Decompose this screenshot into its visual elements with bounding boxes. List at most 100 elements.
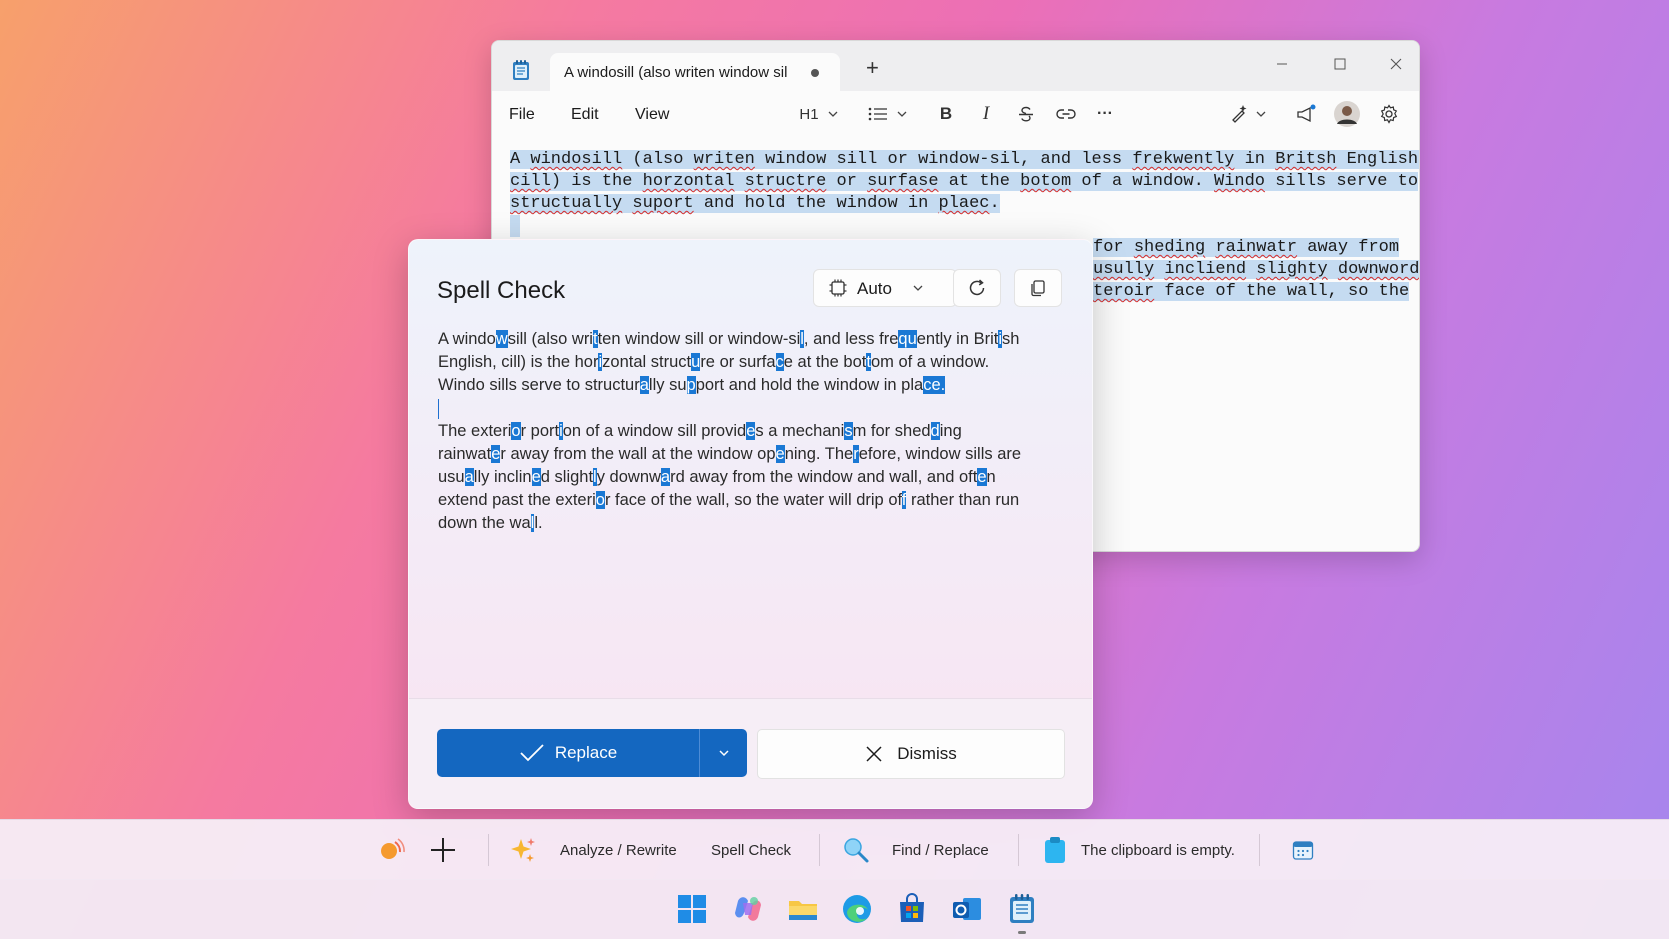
title-bar: A windosill (also writen window sil + xyxy=(492,41,1419,91)
minimize-icon xyxy=(1277,63,1287,65)
magic-pen-icon xyxy=(1232,105,1247,123)
close-icon xyxy=(1390,58,1402,70)
chevron-down-icon xyxy=(913,285,923,291)
replace-label: Replace xyxy=(554,743,618,762)
corrected-line: usually inclined slightly downward away … xyxy=(438,468,996,486)
calendar-button[interactable] xyxy=(1292,820,1314,880)
voice-orb-icon xyxy=(381,838,405,859)
divider xyxy=(819,834,820,866)
close-button[interactable] xyxy=(1381,51,1411,77)
divider xyxy=(488,834,489,866)
heading-dropdown[interactable]: H1 xyxy=(796,101,842,127)
italic-button[interactable]: I xyxy=(973,101,999,127)
maximize-icon xyxy=(1334,58,1346,70)
settings-button[interactable] xyxy=(1375,101,1403,127)
copilot-rewrite-dropdown[interactable] xyxy=(1223,101,1273,127)
magnifier-icon xyxy=(844,838,869,863)
tab-title: A windosill (also writen window sil xyxy=(564,64,788,81)
clipboard-icon xyxy=(1045,837,1065,863)
sparkle-icon xyxy=(511,838,535,862)
ai-action-bar: Analyze / Rewrite Spell Check Find / Rep… xyxy=(0,819,1669,880)
spell-check-label: Spell Check xyxy=(711,841,792,859)
corrected-line: down the wall. xyxy=(438,514,543,532)
microsoft-store-icon[interactable] xyxy=(896,893,928,925)
link-icon xyxy=(1056,109,1076,119)
document-line: for sheding rainwatr away from xyxy=(1093,238,1400,257)
checkmark-icon xyxy=(520,744,544,762)
dismiss-label: Dismiss xyxy=(897,744,957,763)
replace-split-button: Replace xyxy=(437,729,747,777)
notepad-icon xyxy=(513,60,529,80)
windows-start-icon[interactable] xyxy=(676,893,708,925)
analyze-rewrite-label: Analyze / Rewrite xyxy=(560,841,677,859)
taskbar xyxy=(0,879,1669,939)
chevron-down-icon xyxy=(1256,111,1266,117)
notepad-taskbar-icon[interactable] xyxy=(1006,893,1038,925)
menu-view[interactable]: View xyxy=(635,106,669,124)
refresh-button[interactable] xyxy=(953,269,1001,307)
find-replace-button[interactable]: Find / Replace xyxy=(842,820,989,880)
document-line: cill) is the horzontal structre or surfa… xyxy=(510,172,1419,191)
divider xyxy=(1018,834,1019,866)
document-line: A windosill (also writen window sill or … xyxy=(510,149,1419,171)
megaphone-icon xyxy=(1297,104,1316,123)
panel-footer: Replace Dismiss xyxy=(409,698,1092,808)
menu-edit[interactable]: Edit xyxy=(571,106,599,124)
close-icon xyxy=(866,746,882,762)
unsaved-dot-icon xyxy=(811,69,819,77)
spell-check-button[interactable]: Spell Check xyxy=(711,820,791,880)
active-app-indicator xyxy=(1018,931,1026,934)
user-avatar[interactable] xyxy=(1332,99,1362,129)
find-replace-label: Find / Replace xyxy=(892,841,989,859)
link-button[interactable] xyxy=(1053,101,1079,127)
bulleted-list-icon xyxy=(868,107,887,121)
document-line: structually suport and hold the window i… xyxy=(510,194,1000,213)
clipboard-button[interactable]: The clipboard is empty. xyxy=(1043,820,1235,880)
menu-file[interactable]: File xyxy=(509,106,535,124)
copy-icon xyxy=(1031,280,1045,297)
panel-title: Spell Check xyxy=(437,277,566,304)
menu-bar: File Edit View H1 B I ··· xyxy=(492,91,1419,137)
maximize-button[interactable] xyxy=(1325,51,1355,77)
document-line: usully incliend slighty downword xyxy=(1093,260,1420,279)
add-button[interactable] xyxy=(428,820,458,880)
spell-check-panel: Spell Check Auto A windowsill (also writ… xyxy=(408,239,1093,809)
more-options-button[interactable]: ··· xyxy=(1092,101,1118,127)
corrected-line: A windowsill (also written window sill o… xyxy=(438,330,1020,348)
replace-button[interactable]: Replace xyxy=(437,729,699,777)
outlook-icon[interactable] xyxy=(951,893,983,925)
corrected-line: Windo sills serve to structurally suppor… xyxy=(438,376,946,394)
chip-icon xyxy=(829,279,847,297)
analyze-rewrite-button[interactable]: Analyze / Rewrite xyxy=(508,820,677,880)
new-tab-button[interactable]: + xyxy=(866,57,879,79)
heading-label: H1 xyxy=(799,105,819,123)
copilot-icon[interactable] xyxy=(732,893,764,925)
gear-icon xyxy=(1380,104,1398,124)
divider xyxy=(1259,834,1260,866)
refresh-icon xyxy=(969,279,985,296)
chevron-down-icon xyxy=(897,111,907,117)
announcements-button[interactable] xyxy=(1292,101,1320,127)
model-mode-dropdown[interactable]: Auto xyxy=(813,269,957,307)
voice-assistant-button[interactable] xyxy=(378,820,406,880)
strikethrough-icon xyxy=(1019,106,1033,122)
chevron-down-icon xyxy=(828,111,838,117)
file-explorer-icon[interactable] xyxy=(787,893,819,925)
bold-button[interactable]: B xyxy=(933,101,959,127)
strikethrough-button[interactable] xyxy=(1013,101,1039,127)
clipboard-status: The clipboard is empty. xyxy=(1081,841,1235,859)
dismiss-button[interactable]: Dismiss xyxy=(757,729,1065,779)
replace-options-button[interactable] xyxy=(699,729,748,777)
mode-label: Auto xyxy=(857,279,892,298)
corrected-line: The exterior portion of a window sill pr… xyxy=(438,422,962,440)
copy-button[interactable] xyxy=(1014,269,1062,307)
corrected-line: English, cill) is the horizontal structu… xyxy=(438,353,990,371)
list-dropdown[interactable] xyxy=(866,101,910,127)
corrected-line: extend past the exterior face of the wal… xyxy=(438,491,1020,509)
document-line: teroir face of the wall, so the xyxy=(1093,282,1410,301)
corrected-line: rainwater away from the wall at the wind… xyxy=(438,445,1022,463)
edge-browser-icon[interactable] xyxy=(841,893,873,925)
tab-document[interactable]: A windosill (also writen window sil xyxy=(550,53,840,91)
text-caret xyxy=(438,399,439,419)
minimize-button[interactable] xyxy=(1267,51,1297,77)
